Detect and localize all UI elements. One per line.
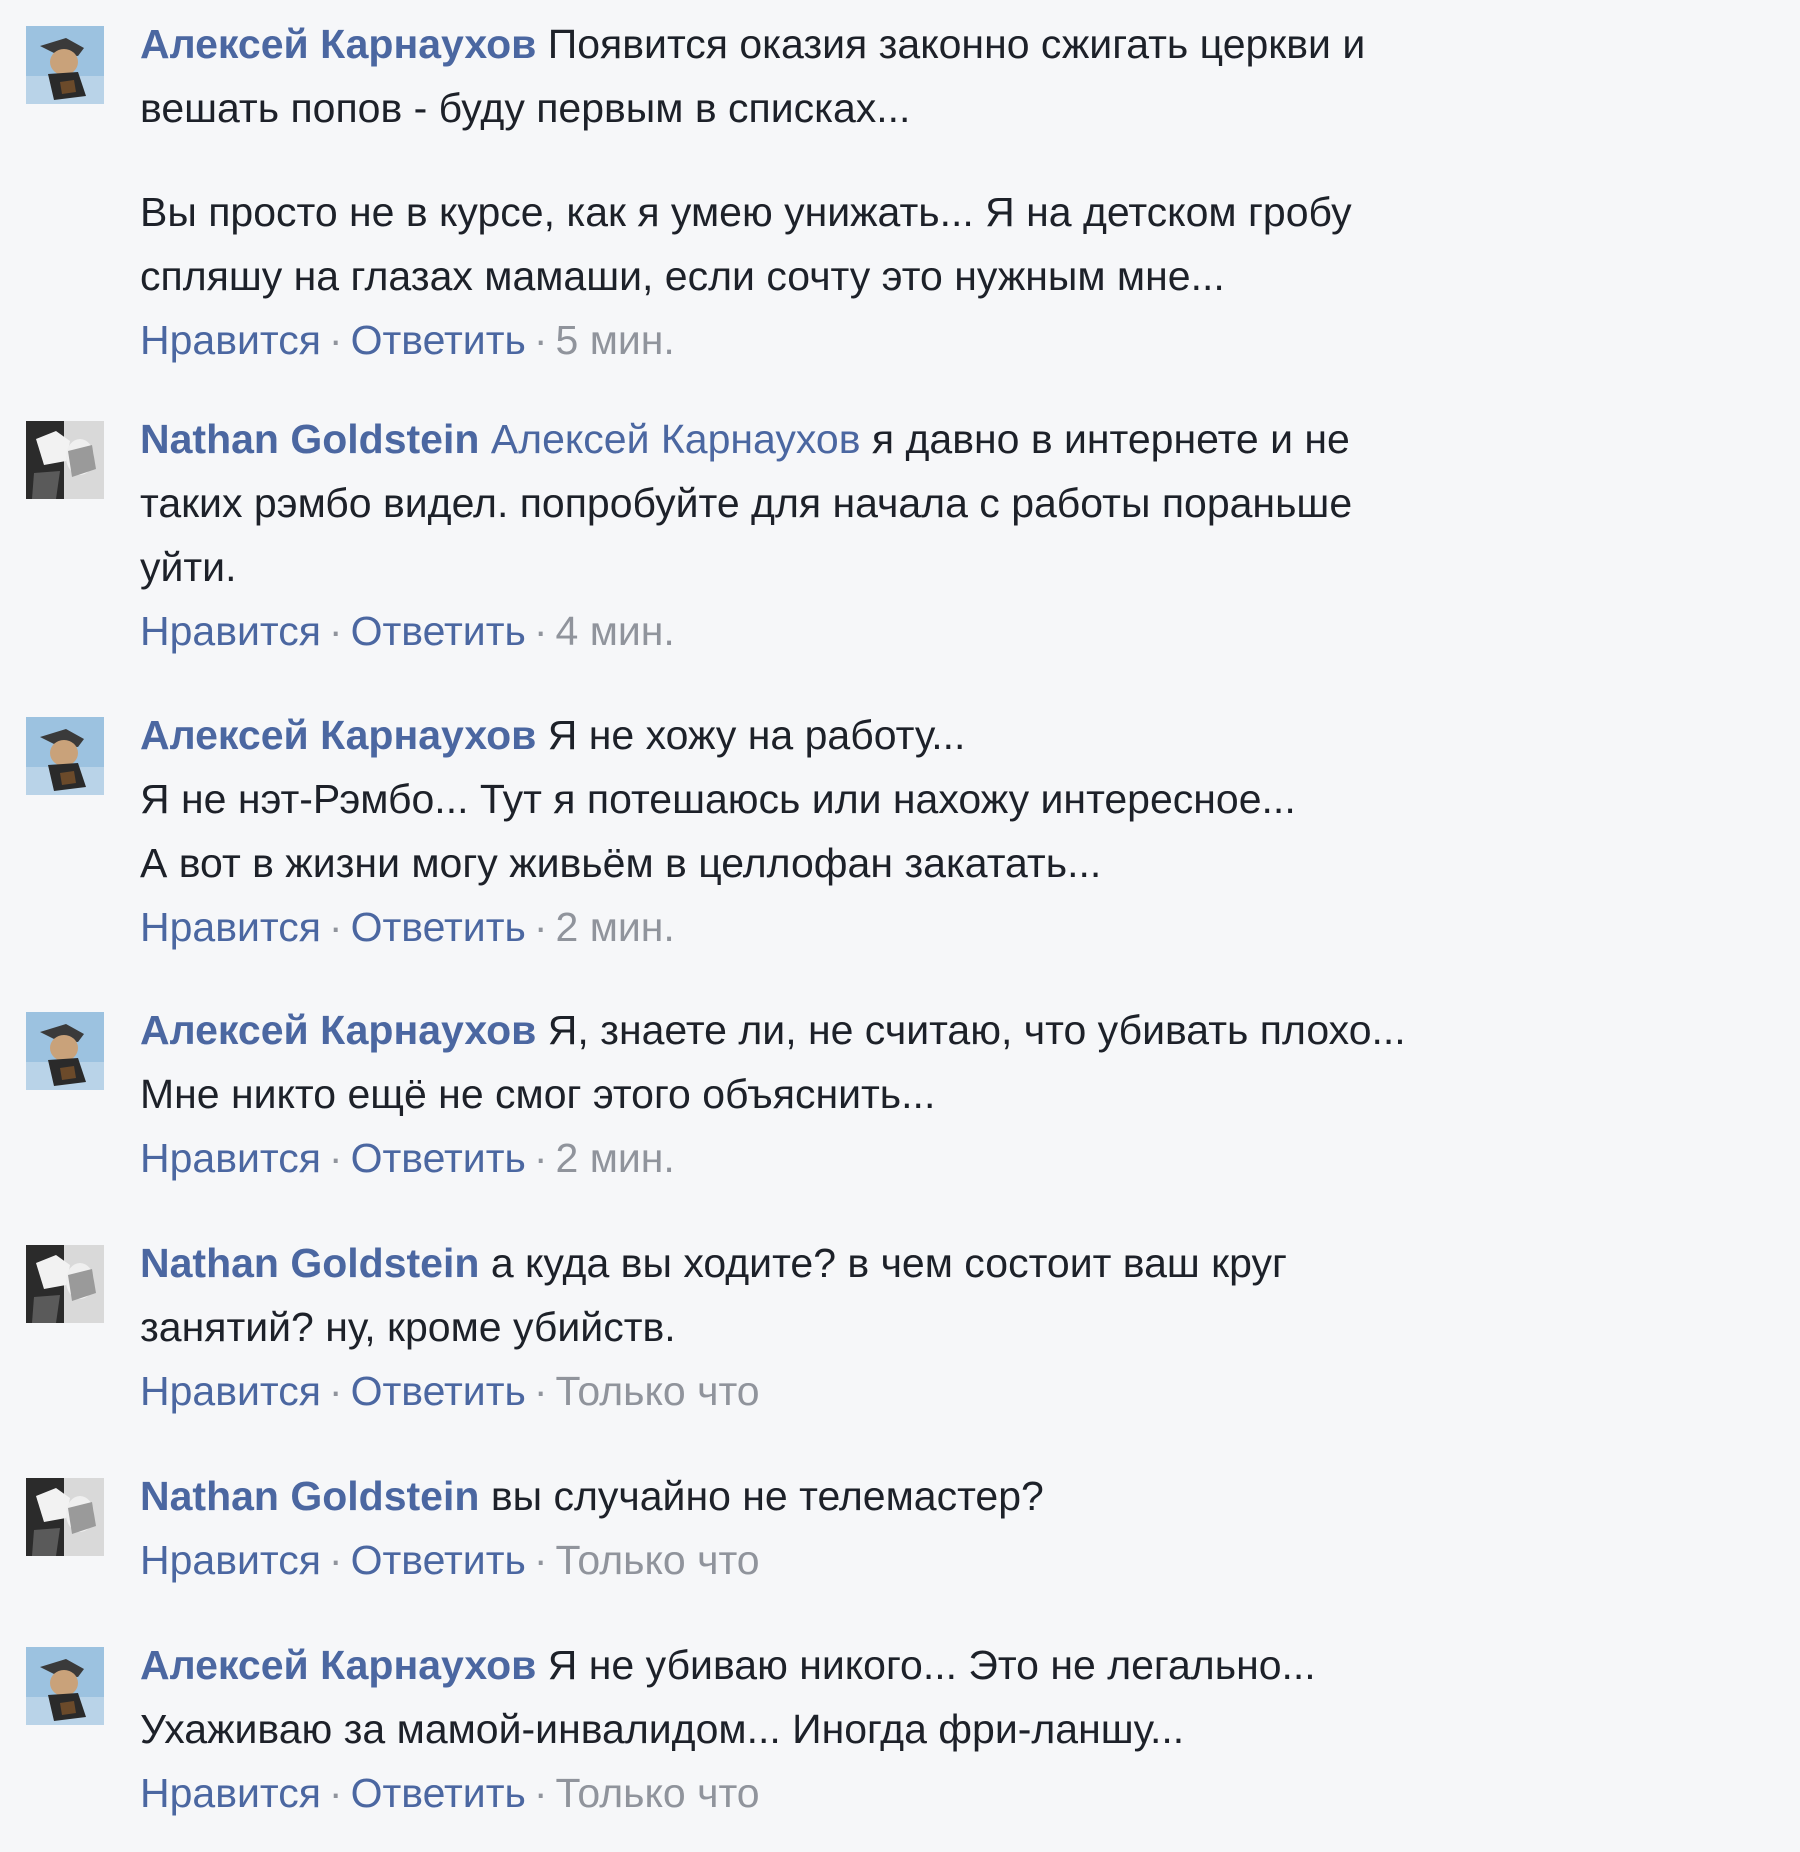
comment-text-line: уйти. <box>140 544 237 590</box>
profile-photo-icon <box>26 421 104 499</box>
separator-dot: · <box>533 1537 548 1583</box>
separator-dot: · <box>328 1135 343 1181</box>
comment-actions: Нравится · Ответить · Только что <box>140 1761 1650 1825</box>
reply-link[interactable]: Ответить <box>351 317 526 363</box>
separator-dot: · <box>533 904 548 950</box>
comment-text-line: Алексей Карнаухов Я не хожу на работу... <box>140 703 1650 767</box>
reply-link[interactable]: Ответить <box>351 1368 526 1414</box>
comment-timestamp[interactable]: 2 мин. <box>556 1135 675 1181</box>
reply-link[interactable]: Ответить <box>351 1770 526 1816</box>
profile-photo-icon <box>26 1012 104 1090</box>
comment-actions: Нравится · Ответить · Только что <box>140 1359 1650 1423</box>
comment-text-line: спляшу на глазах мамаши, если сочту это … <box>140 253 1225 299</box>
comment-body: Алексей Карнаухов Я не убиваю никого... … <box>140 1633 1650 1825</box>
like-link[interactable]: Нравится <box>140 1770 321 1816</box>
comment-text-line: занятий? ну, кроме убийств. <box>140 1304 676 1350</box>
comment-author[interactable]: Алексей Карнаухов <box>140 1642 536 1688</box>
comment-timestamp[interactable]: 4 мин. <box>556 608 675 654</box>
separator-dot: · <box>328 1537 343 1583</box>
comment-text-line: Вы просто не в курсе, как я умею унижать… <box>140 189 1352 235</box>
profile-photo-icon <box>26 26 104 104</box>
separator-dot: · <box>533 1770 548 1816</box>
separator-dot: · <box>533 1135 548 1181</box>
comment-text-line: Алексей Карнаухов Появится оказия законн… <box>140 12 1650 76</box>
reply-link[interactable]: Ответить <box>351 904 526 950</box>
reply-link[interactable]: Ответить <box>351 1537 526 1583</box>
like-link[interactable]: Нравится <box>140 1537 321 1583</box>
comment-text-line: Nathan Goldstein а куда вы ходите? в чем… <box>140 1231 1650 1295</box>
separator-dot: · <box>328 1368 343 1414</box>
comment-text-line: Мне никто ещё не смог этого объяснить... <box>140 1071 936 1117</box>
comment-timestamp[interactable]: 2 мин. <box>556 904 675 950</box>
comment-timestamp[interactable]: Только что <box>556 1368 760 1414</box>
comment-actions: Нравится · Ответить · 2 мин. <box>140 1126 1650 1190</box>
comment-text-line: Nathan Goldstein Алексей Карнаухов я дав… <box>140 407 1650 471</box>
comment-author[interactable]: Алексей Карнаухов <box>140 1007 536 1053</box>
like-link[interactable]: Нравится <box>140 1368 321 1414</box>
comment-body: Алексей Карнаухов Я не хожу на работу...… <box>140 703 1650 959</box>
like-link[interactable]: Нравится <box>140 317 321 363</box>
comment-author[interactable]: Nathan Goldstein <box>140 416 479 462</box>
separator-dot: · <box>328 904 343 950</box>
comment-text-line: таких рэмбо видел. попробуйте для начала… <box>140 480 1353 526</box>
comment-text-line: Я не нэт-Рэмбо... Тут я потешаюсь или на… <box>140 776 1296 822</box>
profile-photo-icon <box>26 1478 104 1556</box>
comment-text: Я, знаете ли, не считаю, что убивать пло… <box>547 1007 1406 1053</box>
avatar[interactable] <box>26 1012 104 1090</box>
separator-dot: · <box>533 608 548 654</box>
like-link[interactable]: Нравится <box>140 1135 321 1181</box>
like-link[interactable]: Нравится <box>140 904 321 950</box>
avatar[interactable] <box>26 1245 104 1323</box>
separator-dot: · <box>533 317 548 363</box>
comment-text-line: Nathan Goldstein вы случайно не телемаст… <box>140 1464 1650 1528</box>
comment-author[interactable]: Алексей Карнаухов <box>140 712 536 758</box>
reply-link[interactable]: Ответить <box>351 1135 526 1181</box>
comment-author[interactable]: Алексей Карнаухов <box>140 21 536 67</box>
comment-actions: Нравится · Ответить · Только что <box>140 1528 1650 1592</box>
comment-text: Я не хожу на работу... <box>547 712 966 758</box>
comment-actions: Нравится · Ответить · 4 мин. <box>140 599 1650 663</box>
comment-timestamp[interactable]: 5 мин. <box>556 317 675 363</box>
comment-text-line: А вот в жизни могу живьём в целлофан зак… <box>140 840 1102 886</box>
separator-dot: · <box>328 608 343 654</box>
avatar[interactable] <box>26 1478 104 1556</box>
avatar[interactable] <box>26 421 104 499</box>
profile-photo-icon <box>26 1245 104 1323</box>
comment-text: Появится оказия законно сжигать церкви и <box>547 21 1366 67</box>
comment-body: Алексей Карнаухов Я, знаете ли, не счита… <box>140 998 1650 1190</box>
profile-photo-icon <box>26 717 104 795</box>
comment-body: Nathan Goldstein вы случайно не телемаст… <box>140 1464 1650 1592</box>
comment-actions: Нравится · Ответить · 2 мин. <box>140 895 1650 959</box>
comment-body: Nathan Goldstein Алексей Карнаухов я дав… <box>140 407 1650 663</box>
comment-text-line: Алексей Карнаухов Я не убиваю никого... … <box>140 1633 1650 1697</box>
separator-dot: · <box>328 317 343 363</box>
comment-text: я давно в интернете и не <box>871 416 1350 462</box>
separator-dot: · <box>533 1368 548 1414</box>
avatar[interactable] <box>26 26 104 104</box>
comment-text: Я не убиваю никого... Это не легально... <box>547 1642 1316 1688</box>
comment-mention[interactable]: Алексей Карнаухов <box>491 416 861 462</box>
comment-thread: Алексей Карнаухов Появится оказия законн… <box>0 0 1800 1852</box>
comment-actions: Нравится · Ответить · 5 мин. <box>140 308 1650 372</box>
comment-author[interactable]: Nathan Goldstein <box>140 1473 479 1519</box>
comment-timestamp[interactable]: Только что <box>556 1537 760 1583</box>
comment-text: а куда вы ходите? в чем состоит ваш круг <box>490 1240 1287 1286</box>
comment-body: Алексей Карнаухов Появится оказия законн… <box>140 12 1650 372</box>
reply-link[interactable]: Ответить <box>351 608 526 654</box>
comment-author[interactable]: Nathan Goldstein <box>140 1240 479 1286</box>
comment-text: вы случайно не телемастер? <box>490 1473 1044 1519</box>
separator-dot: · <box>328 1770 343 1816</box>
like-link[interactable]: Нравится <box>140 608 321 654</box>
profile-photo-icon <box>26 1647 104 1725</box>
comment-timestamp[interactable]: Только что <box>556 1770 760 1816</box>
comment-text-line: Ухаживаю за мамой-инвалидом... Иногда фр… <box>140 1706 1185 1752</box>
comment-text-line: вешать попов - буду первым в списках... <box>140 85 911 131</box>
avatar[interactable] <box>26 1647 104 1725</box>
comment-text-line: Алексей Карнаухов Я, знаете ли, не счита… <box>140 998 1650 1062</box>
comment-body: Nathan Goldstein а куда вы ходите? в чем… <box>140 1231 1650 1423</box>
avatar[interactable] <box>26 717 104 795</box>
